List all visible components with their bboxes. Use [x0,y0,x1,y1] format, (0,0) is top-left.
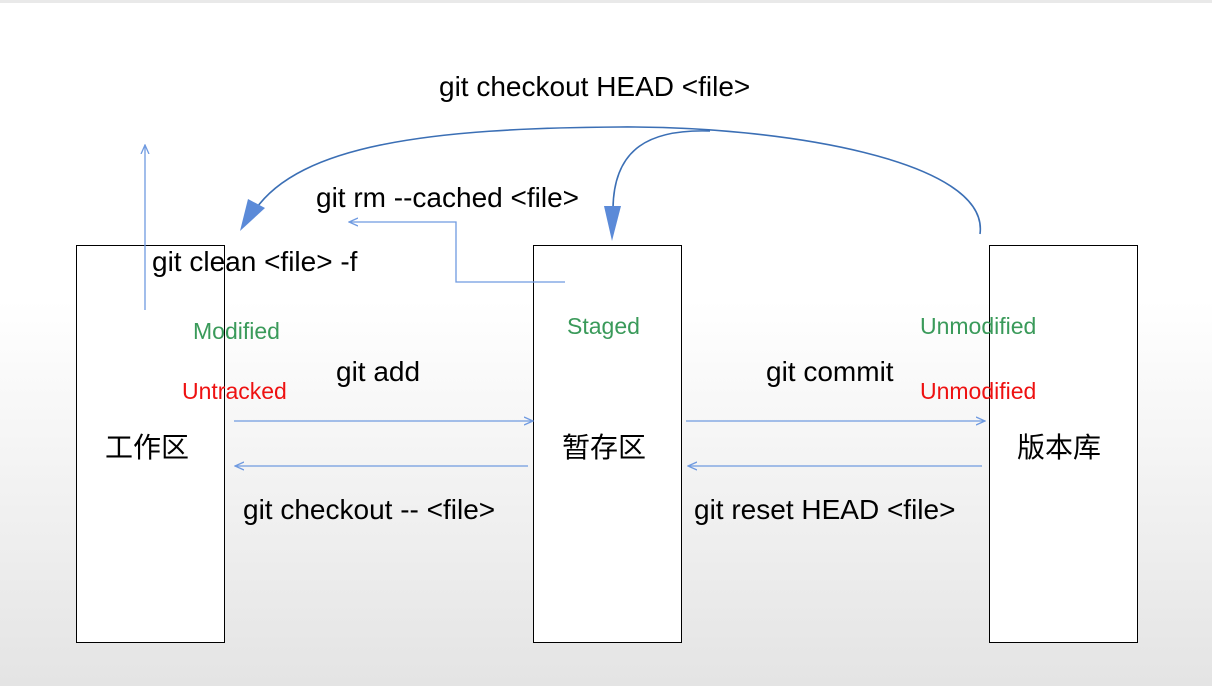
unmodified-state-top: Unmodified [920,313,1037,339]
add-label: git add [336,356,421,387]
reset-head-label: git reset HEAD <file> [694,494,956,525]
working-area-label: 工作区 [105,431,190,464]
untracked-state: Untracked [182,378,287,404]
git-rm-cached-arrow [349,222,565,283]
repository-area-label: 版本库 [1017,431,1102,464]
checkout-head-curve-to-staging [612,130,711,209]
commit-label: git commit [766,356,894,387]
modified-state: Modified [193,318,280,344]
checkout-head-arrowhead-staging [604,206,621,241]
checkout-head-arrowhead-working [240,199,265,231]
checkout-dash-label: git checkout -- <file> [243,494,496,525]
rm-cached-label: git rm --cached <file> [316,182,579,213]
clean-label: git clean <file> -f [152,246,358,277]
unmodified-state-bottom: Unmodified [920,378,1037,404]
checkout-head-label: git checkout HEAD <file> [439,71,751,102]
staged-state: Staged [567,313,640,339]
staging-area-label: 暂存区 [562,431,647,464]
